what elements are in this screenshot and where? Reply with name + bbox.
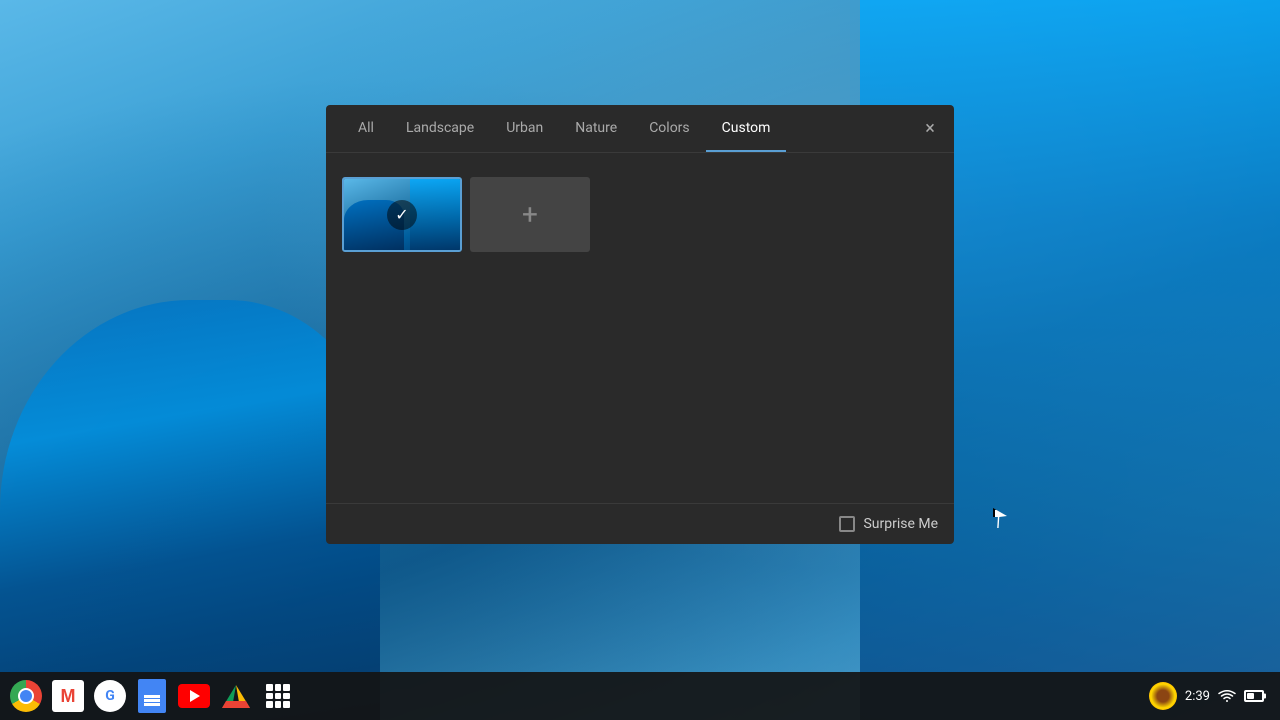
sunflower-icon[interactable] [1149, 682, 1177, 710]
battery-icon [1244, 690, 1264, 702]
chrome-icon [10, 680, 42, 712]
tab-nature[interactable]: Nature [559, 105, 633, 152]
wallpaper-item-current[interactable]: ✓ [342, 177, 462, 252]
taskbar-status: 2:39 [1149, 682, 1272, 710]
apps-grid-icon [266, 684, 290, 708]
surprise-me-checkbox[interactable] [839, 516, 855, 532]
modal-overlay: All Landscape Urban Nature Colors Custom [0, 0, 1280, 720]
wifi-icon [1218, 689, 1236, 703]
google-icon: G [94, 680, 126, 712]
status-time: 2:39 [1185, 689, 1210, 704]
modal-footer: Surprise Me [326, 503, 954, 544]
modal-tabs: All Landscape Urban Nature Colors Custom [342, 105, 786, 152]
wallpaper-dialog: All Landscape Urban Nature Colors Custom [326, 105, 954, 544]
tab-landscape[interactable]: Landscape [390, 105, 490, 152]
taskbar-app-youtube[interactable] [176, 678, 212, 714]
taskbar-apps: G [8, 678, 1149, 714]
docs-icon [138, 679, 166, 713]
modal-body: ✓ + [326, 153, 954, 503]
drive-icon [220, 682, 252, 710]
modal-header: All Landscape Urban Nature Colors Custom [326, 105, 954, 153]
wallpaper-grid: ✓ + [342, 177, 938, 252]
taskbar-app-chrome[interactable] [8, 678, 44, 714]
selected-checkmark: ✓ [387, 200, 417, 230]
taskbar-app-launcher[interactable] [260, 678, 296, 714]
add-wallpaper-button[interactable]: + [470, 177, 590, 252]
tab-all[interactable]: All [342, 105, 390, 152]
taskbar-app-gmail[interactable] [50, 678, 86, 714]
tab-urban[interactable]: Urban [490, 105, 559, 152]
taskbar: G [0, 672, 1280, 720]
taskbar-app-google[interactable]: G [92, 678, 128, 714]
taskbar-app-drive[interactable] [218, 678, 254, 714]
taskbar-app-docs[interactable] [134, 678, 170, 714]
close-button[interactable]: × [918, 117, 942, 141]
tab-colors[interactable]: Colors [633, 105, 705, 152]
battery-fill [1247, 693, 1254, 699]
tab-custom[interactable]: Custom [706, 105, 787, 152]
gmail-icon [52, 680, 84, 712]
surprise-me-label[interactable]: Surprise Me [839, 516, 938, 532]
youtube-icon [178, 684, 210, 708]
